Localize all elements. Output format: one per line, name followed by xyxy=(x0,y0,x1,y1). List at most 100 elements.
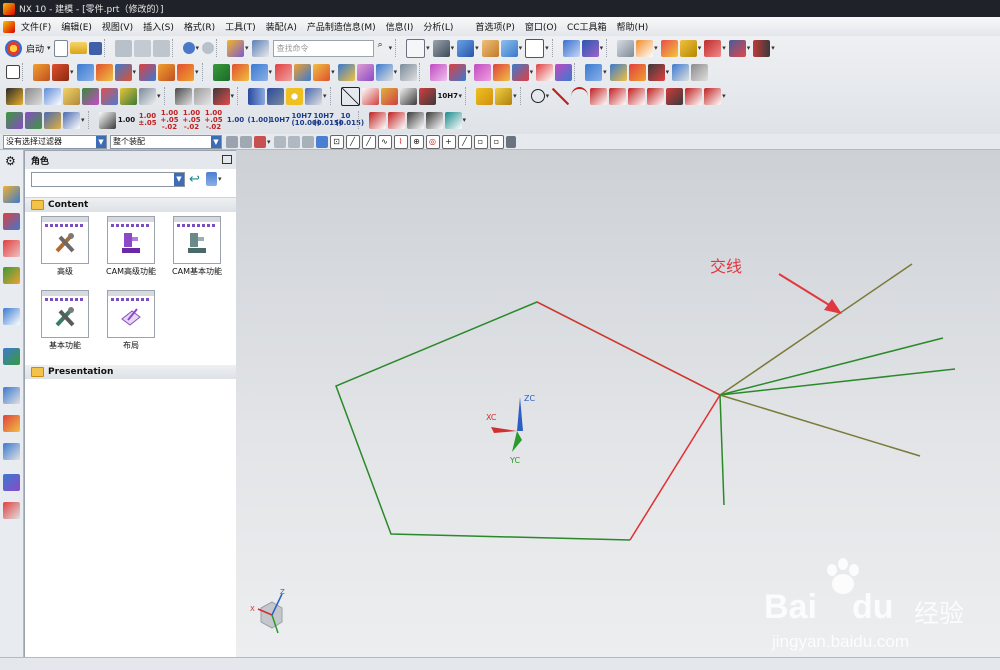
corner-icon[interactable] xyxy=(98,111,116,129)
feature-set-icon[interactable] xyxy=(495,87,513,105)
constraint-icon[interactable] xyxy=(120,87,137,105)
menu-item[interactable]: 工具(T) xyxy=(220,20,261,33)
role-item-basic[interactable]: 基本功能 xyxy=(35,290,95,350)
menu-item[interactable]: 视图(V) xyxy=(97,20,138,33)
pmi-return-icon[interactable] xyxy=(444,111,462,129)
assembly-icon[interactable] xyxy=(82,87,99,105)
offset-face-icon[interactable] xyxy=(555,63,573,81)
select-body-icon[interactable] xyxy=(254,135,266,148)
delete-face-icon[interactable] xyxy=(628,63,646,81)
chevron-down-icon[interactable]: ▾ xyxy=(218,175,222,183)
chevron-down-icon[interactable]: ▼ xyxy=(96,135,106,148)
chevron-down-icon[interactable]: ▾ xyxy=(530,68,534,76)
part-navigator-icon[interactable] xyxy=(3,240,20,257)
role-select[interactable]: ▼ xyxy=(31,171,185,187)
role-item-advanced[interactable]: 高级 xyxy=(35,216,95,276)
roles-icon[interactable] xyxy=(3,474,20,491)
chevron-down-icon[interactable]: ▾ xyxy=(133,68,137,76)
section-header-presentation[interactable]: Presentation xyxy=(25,365,236,379)
background-icon[interactable] xyxy=(500,39,518,57)
tolerance-10h7-tool[interactable]: 10H7 xyxy=(438,92,458,100)
arrow-down-icon[interactable] xyxy=(63,111,80,129)
feature-group-icon[interactable] xyxy=(476,87,494,105)
pmi-datum-icon[interactable] xyxy=(368,111,386,129)
chevron-down-icon[interactable]: ▾ xyxy=(666,68,670,76)
start-label[interactable]: 启动 xyxy=(26,42,44,55)
fillet-curve-icon[interactable] xyxy=(609,87,627,105)
sew-icon[interactable] xyxy=(672,63,690,81)
shell-icon[interactable] xyxy=(492,63,510,81)
snap-icon[interactable] xyxy=(679,39,697,57)
pocket-icon[interactable] xyxy=(212,63,230,81)
stack-icon[interactable] xyxy=(44,111,61,129)
triangle-icon[interactable] xyxy=(340,86,360,106)
snap-endpoint-icon[interactable]: ╱ xyxy=(345,134,360,149)
intersection-curve-icon[interactable] xyxy=(685,87,703,105)
shaded-display-icon[interactable] xyxy=(457,39,475,57)
history-icon[interactable] xyxy=(3,348,20,365)
assembly-navigator-icon[interactable] xyxy=(3,186,20,203)
polygon-icon[interactable] xyxy=(530,89,545,103)
select-face-icon[interactable] xyxy=(240,135,252,148)
cylinder-icon[interactable] xyxy=(248,87,266,105)
precision-tool[interactable]: 10H7 (10.00) xyxy=(292,113,321,127)
layer-stack-icon[interactable] xyxy=(25,87,42,105)
undo-icon[interactable] xyxy=(182,42,195,54)
search-icon[interactable]: ⌕ xyxy=(378,40,388,57)
move-face-icon[interactable] xyxy=(609,63,627,81)
constraint-navigator-icon[interactable] xyxy=(3,213,20,230)
snap-intersection-icon[interactable]: ⊕ xyxy=(409,134,424,149)
groove-icon[interactable] xyxy=(275,63,293,81)
cone-icon[interactable] xyxy=(114,63,132,81)
repeat-command-icon[interactable] xyxy=(227,39,245,57)
fit-view-icon[interactable] xyxy=(406,38,426,58)
edit-section-icon[interactable] xyxy=(481,39,499,57)
precision-tool[interactable]: 1.00 +.05 -.02 xyxy=(204,109,224,131)
reuse-library-icon[interactable] xyxy=(3,267,20,284)
offset-curve-icon[interactable] xyxy=(628,87,646,105)
replace-face-icon[interactable] xyxy=(585,63,603,81)
type-filter-select[interactable]: 没有选择过滤器 ▼ xyxy=(3,134,107,149)
open-folder-icon[interactable] xyxy=(69,42,87,54)
mirror-icon[interactable] xyxy=(536,63,554,81)
chevron-down-icon[interactable]: ▾ xyxy=(603,68,607,76)
chevron-down-icon[interactable]: ▾ xyxy=(394,68,398,76)
new-file-icon[interactable] xyxy=(53,39,68,57)
process-studio-icon[interactable] xyxy=(3,415,20,432)
redo-icon[interactable] xyxy=(202,42,215,54)
pmi-weld-icon[interactable] xyxy=(387,111,405,129)
section-curve-icon[interactable] xyxy=(704,87,722,105)
snap-curve-icon[interactable]: ∿ xyxy=(377,134,392,149)
intersect-icon[interactable] xyxy=(400,63,418,81)
gdt-icon[interactable] xyxy=(212,87,230,105)
start-icon[interactable] xyxy=(5,39,22,57)
menu-item[interactable]: 格式(R) xyxy=(179,20,220,33)
note-icon[interactable] xyxy=(174,87,192,105)
arc-icon[interactable] xyxy=(571,86,589,106)
project-curve-icon[interactable] xyxy=(666,87,684,105)
snap-point-on-face-icon[interactable]: ▫ xyxy=(473,134,488,149)
chevron-down-icon[interactable]: ▼ xyxy=(174,172,184,186)
chevron-down-icon[interactable]: ▾ xyxy=(269,68,273,76)
precision-tool[interactable]: 10 (0.015) xyxy=(336,113,365,127)
dimension-tool-icon[interactable] xyxy=(753,39,771,57)
brush-icon[interactable] xyxy=(305,87,323,105)
pmi-diameter-icon[interactable] xyxy=(425,111,443,129)
filter-settings-icon[interactable] xyxy=(226,135,238,148)
chevron-down-icon[interactable]: ▾ xyxy=(70,68,74,76)
precision-tool[interactable]: 10H7 xyxy=(270,116,290,124)
menu-item[interactable]: 帮助(H) xyxy=(612,20,654,33)
spline-icon[interactable] xyxy=(590,87,608,105)
extrude-icon[interactable] xyxy=(33,63,50,81)
unite-icon[interactable] xyxy=(356,63,374,81)
snap-bounded-icon[interactable]: ▫ xyxy=(489,134,504,149)
selection-scope-select[interactable]: 整个装配 ▼ xyxy=(110,134,222,149)
layer-settings-icon[interactable] xyxy=(525,38,545,58)
role-item-cam-advanced[interactable]: CAM高级功能 xyxy=(101,216,161,276)
menu-item[interactable]: 文件(F) xyxy=(16,20,56,33)
start-dropdown-icon[interactable]: ▾ xyxy=(47,44,51,52)
sphere-icon[interactable] xyxy=(139,63,157,81)
pattern-icon[interactable] xyxy=(511,63,529,81)
menu-item[interactable]: 首选项(P) xyxy=(470,20,519,33)
annotation-icon[interactable] xyxy=(193,87,211,105)
